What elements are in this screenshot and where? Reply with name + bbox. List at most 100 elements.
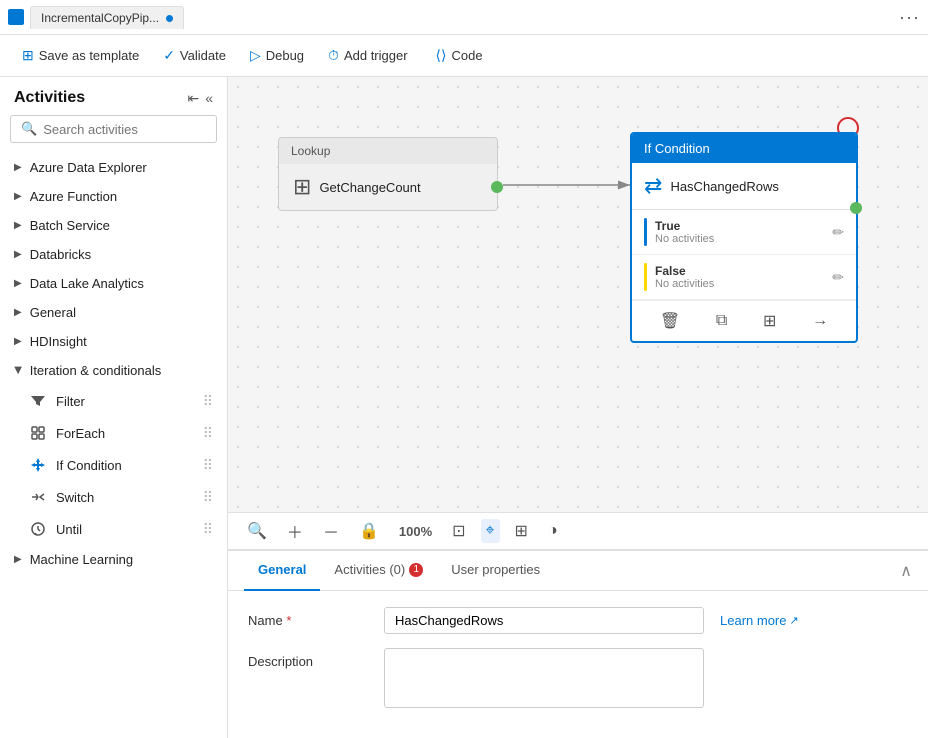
chevron-right-icon: ▶: [14, 191, 22, 202]
output-connector-right[interactable]: [850, 202, 862, 214]
true-branch-edit-icon[interactable]: ✏: [832, 224, 844, 241]
remove-node-button[interactable]: －: [318, 516, 344, 546]
sidebar-item-iteration-conditionals[interactable]: ▶ Iteration & conditionals: [0, 356, 227, 385]
sidebar-item-general[interactable]: ▶ General: [0, 298, 227, 327]
name-input[interactable]: [384, 607, 704, 634]
add-trigger-label: Add trigger: [344, 48, 408, 63]
save-template-button[interactable]: ⊞ Save as template: [12, 42, 149, 69]
canvas-main[interactable]: Lookup ⊞ GetChangeCount If Condition ⇄ H…: [228, 77, 928, 512]
drag-handle-icon: ⠿: [203, 489, 213, 506]
sidebar-item-switch[interactable]: Switch ⠿: [0, 481, 227, 513]
lookup-card-header: Lookup: [279, 138, 497, 164]
save-template-icon: ⊞: [22, 47, 34, 64]
search-canvas-button[interactable]: 🔍: [242, 518, 272, 544]
sidebar-item-foreach[interactable]: ForEach ⠿: [0, 417, 227, 449]
name-label: Name *: [248, 607, 368, 628]
sidebar-item-azure-function[interactable]: ▶ Azure Function: [0, 182, 227, 211]
panel-close-button[interactable]: ∧: [900, 561, 912, 581]
copy-button[interactable]: ⧉: [710, 309, 733, 333]
expand-button[interactable]: ⊞: [510, 518, 533, 544]
true-branch[interactable]: True No activities ✏: [632, 210, 856, 255]
drag-handle-icon: ⠿: [203, 457, 213, 474]
description-input[interactable]: [384, 648, 704, 708]
contrast-button[interactable]: ◑: [543, 519, 563, 543]
clone-button[interactable]: ⊞: [757, 309, 782, 333]
code-label: Code: [451, 48, 482, 63]
output-connector[interactable]: [491, 181, 503, 193]
bottom-panel-tabs: General Activities (0) 1 User properties…: [228, 551, 928, 591]
sidebar-item-data-lake-analytics[interactable]: ▶ Data Lake Analytics: [0, 269, 227, 298]
chevron-right-icon: ▶: [14, 220, 22, 231]
validate-label: Validate: [180, 48, 226, 63]
if-activity-icon: ⇄: [644, 173, 662, 199]
if-condition-icon: [28, 455, 48, 475]
sidebar: Activities ⇤ « 🔍 ▶ Azure Data Explorer ▶…: [0, 77, 228, 738]
tab-user-properties[interactable]: User properties: [437, 551, 554, 591]
pipeline-name: IncrementalCopyPip...: [41, 11, 159, 25]
true-branch-label: True: [655, 219, 824, 233]
if-card-footer: 🗑 ⧉ ⊞ →: [632, 300, 856, 341]
if-card-activity: ⇄ HasChangedRows: [632, 163, 856, 210]
code-button[interactable]: ⟨⟩ Code: [426, 42, 493, 69]
bottom-panel: General Activities (0) 1 User properties…: [228, 550, 928, 738]
search-input[interactable]: [43, 122, 206, 137]
debug-label: Debug: [266, 48, 304, 63]
chevron-right-icon: ▶: [14, 249, 22, 260]
debug-button[interactable]: ▷ Debug: [240, 42, 314, 69]
name-row: Name * Learn more ↗: [248, 607, 908, 634]
drag-handle-icon: ⠿: [203, 393, 213, 410]
tab-title[interactable]: IncrementalCopyPip...: [30, 6, 184, 29]
lookup-card[interactable]: Lookup ⊞ GetChangeCount: [278, 137, 498, 211]
if-condition-card[interactable]: If Condition ⇄ HasChangedRows True No ac…: [630, 132, 858, 343]
validate-button[interactable]: ✓ Validate: [153, 42, 236, 69]
sidebar-item-azure-data-explorer[interactable]: ▶ Azure Data Explorer: [0, 153, 227, 182]
chevron-right-icon: ▶: [14, 554, 22, 565]
main-layout: Activities ⇤ « 🔍 ▶ Azure Data Explorer ▶…: [0, 77, 928, 738]
required-indicator: *: [286, 613, 291, 628]
sidebar-header: Activities ⇤ «: [0, 77, 227, 115]
chevron-down-icon: ▶: [12, 367, 23, 375]
sidebar-item-hdinsight[interactable]: ▶ HDInsight: [0, 327, 227, 356]
sidebar-item-batch-service[interactable]: ▶ Batch Service: [0, 211, 227, 240]
save-template-label: Save as template: [39, 48, 139, 63]
fit-view-button[interactable]: 100%: [394, 521, 437, 542]
true-branch-sub: No activities: [655, 233, 824, 245]
collapse-icon[interactable]: ⇤: [187, 90, 199, 107]
learn-more-link[interactable]: Learn more ↗: [720, 607, 799, 628]
add-trigger-button[interactable]: ⏱ Add trigger: [318, 42, 418, 69]
modified-dot: [166, 15, 173, 22]
sidebar-item-databricks[interactable]: ▶ Databricks: [0, 240, 227, 269]
external-link-icon: ↗: [789, 614, 798, 627]
sidebar-item-if-condition[interactable]: If Condition ⠿: [0, 449, 227, 481]
true-branch-indicator: [644, 218, 647, 246]
delete-button[interactable]: 🗑: [654, 309, 686, 333]
sidebar-item-filter[interactable]: Filter ⠿: [0, 385, 227, 417]
tab-general[interactable]: General: [244, 551, 320, 591]
lookup-card-body: ⊞ GetChangeCount: [279, 164, 497, 210]
search-icon: 🔍: [21, 121, 37, 137]
minimize-icon[interactable]: «: [205, 90, 213, 107]
foreach-icon: [28, 423, 48, 443]
chevron-right-icon: ▶: [14, 278, 22, 289]
false-branch-edit-icon[interactable]: ✏: [832, 269, 844, 286]
false-branch-label: False: [655, 264, 824, 278]
lookup-activity-icon: ⊞: [293, 174, 311, 200]
description-label: Description: [248, 648, 368, 669]
canvas-toolbar: 🔍 ＋ － 🔒 100% ⊡ ⌖ ⊞ ◑: [228, 512, 928, 550]
sidebar-item-until[interactable]: Until ⠿: [0, 513, 227, 545]
activities-badge: 1: [409, 563, 423, 577]
lock-button[interactable]: 🔒: [354, 518, 384, 544]
sidebar-title: Activities: [14, 89, 85, 107]
drag-handle-icon: ⠿: [203, 425, 213, 442]
more-options[interactable]: ···: [899, 7, 920, 28]
false-branch[interactable]: False No activities ✏: [632, 255, 856, 300]
tab-activities[interactable]: Activities (0) 1: [320, 551, 437, 591]
sidebar-item-machine-learning[interactable]: ▶ Machine Learning: [0, 545, 227, 574]
select-tool-button[interactable]: ⌖: [481, 519, 500, 543]
filter-icon: [28, 391, 48, 411]
lookup-activity-name: GetChangeCount: [319, 180, 420, 195]
add-activity-button[interactable]: →: [806, 309, 834, 333]
toolbar: ⊞ Save as template ✓ Validate ▷ Debug ⏱ …: [0, 35, 928, 77]
fit-canvas-button[interactable]: ⊡: [447, 518, 470, 544]
add-node-button[interactable]: ＋: [282, 516, 308, 546]
